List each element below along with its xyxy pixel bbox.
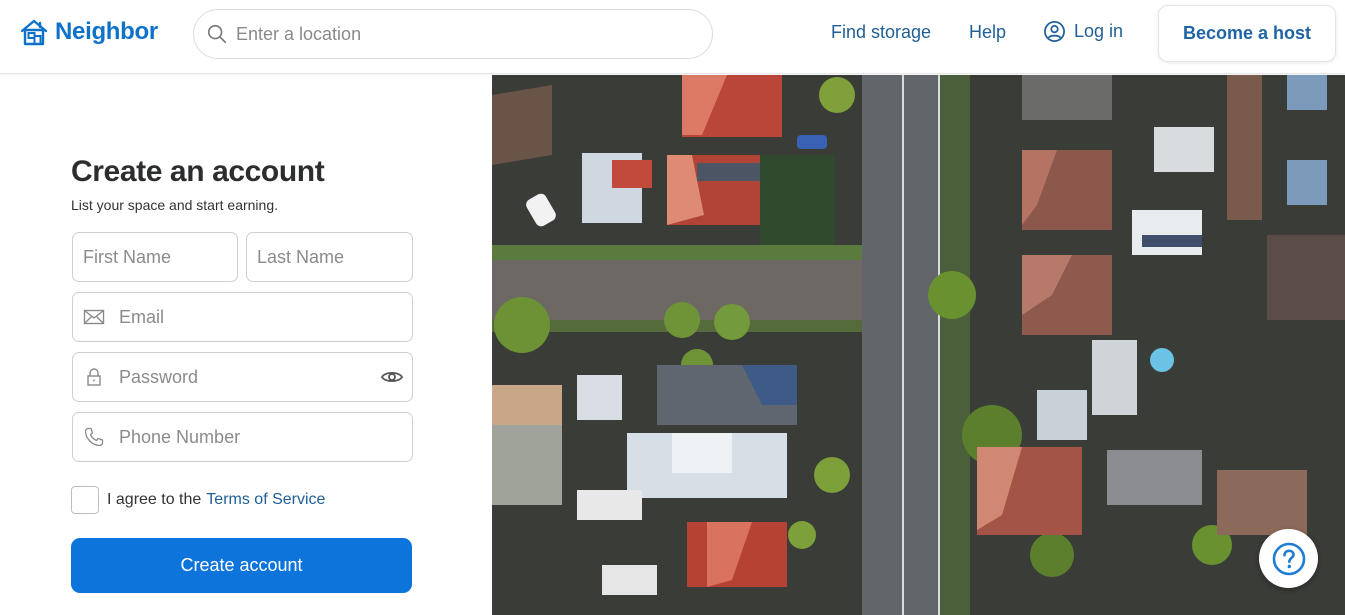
brand-logo[interactable]: Neighbor xyxy=(19,17,158,47)
question-circle-icon xyxy=(1272,542,1305,575)
envelope-icon xyxy=(83,306,105,328)
phone-icon xyxy=(83,426,105,448)
brand-name: Neighbor xyxy=(55,18,158,45)
create-account-button[interactable]: Create account xyxy=(71,538,412,593)
location-search[interactable] xyxy=(193,9,713,59)
user-circle-icon xyxy=(1044,21,1065,42)
last-name-input[interactable] xyxy=(257,246,412,268)
top-nav-bar: Neighbor Find storage Help Log in Become… xyxy=(0,0,1345,74)
phone-input[interactable] xyxy=(119,426,412,448)
first-name-field[interactable] xyxy=(72,232,238,282)
last-name-field[interactable] xyxy=(246,232,413,282)
page-title: Create an account xyxy=(71,155,325,188)
help-link[interactable]: Help xyxy=(969,22,1006,43)
terms-agree-text: I agree to the xyxy=(107,491,202,508)
password-field[interactable] xyxy=(72,352,413,402)
email-field[interactable] xyxy=(72,292,413,342)
aerial-neighborhood-image xyxy=(492,75,1345,615)
signup-panel: Create an account List your space and st… xyxy=(0,75,492,615)
password-input[interactable] xyxy=(119,366,380,388)
become-host-button[interactable]: Become a host xyxy=(1158,5,1336,62)
login-link[interactable]: Log in xyxy=(1043,20,1123,43)
terms-of-service-link[interactable]: Terms of Service xyxy=(206,491,325,509)
login-label: Log in xyxy=(1074,21,1124,41)
show-password-eye-icon[interactable] xyxy=(380,365,404,389)
lock-icon xyxy=(83,366,105,388)
email-input[interactable] xyxy=(119,306,412,328)
search-icon xyxy=(207,24,227,44)
house-logo-icon xyxy=(20,19,48,46)
find-storage-link[interactable]: Find storage xyxy=(831,22,931,43)
location-search-input[interactable] xyxy=(236,23,676,45)
first-name-input[interactable] xyxy=(83,246,237,268)
terms-agreement: I agree to the Terms of Service xyxy=(71,486,325,514)
page-subtitle: List your space and start earning. xyxy=(71,197,279,213)
aerial-photo-illustration xyxy=(492,75,1345,615)
help-chat-button[interactable] xyxy=(1259,529,1318,588)
terms-checkbox[interactable] xyxy=(71,486,99,514)
phone-field[interactable] xyxy=(72,412,413,462)
